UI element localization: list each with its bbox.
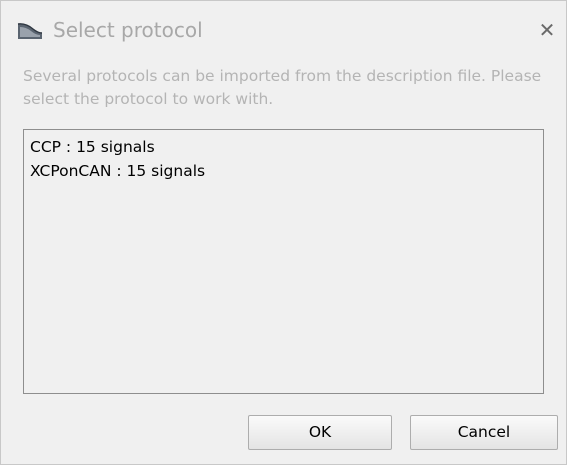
dialog-title: Select protocol <box>53 18 203 42</box>
ok-button[interactable]: OK <box>248 415 392 450</box>
close-icon[interactable]: ✕ <box>537 19 557 41</box>
list-item-xcponcan[interactable]: XCPonCAN : 15 signals <box>30 159 537 183</box>
app-logo-icon <box>17 21 43 41</box>
select-protocol-dialog: Select protocol ✕ Several protocols can … <box>0 0 567 465</box>
list-item-ccp[interactable]: CCP : 15 signals <box>30 135 537 159</box>
cancel-button[interactable]: Cancel <box>410 415 558 450</box>
title-bar[interactable]: Select protocol ✕ <box>1 1 566 59</box>
protocol-list[interactable]: CCP : 15 signals XCPonCAN : 15 signals <box>23 129 544 394</box>
instruction-text: Several protocols can be imported from t… <box>23 67 542 108</box>
